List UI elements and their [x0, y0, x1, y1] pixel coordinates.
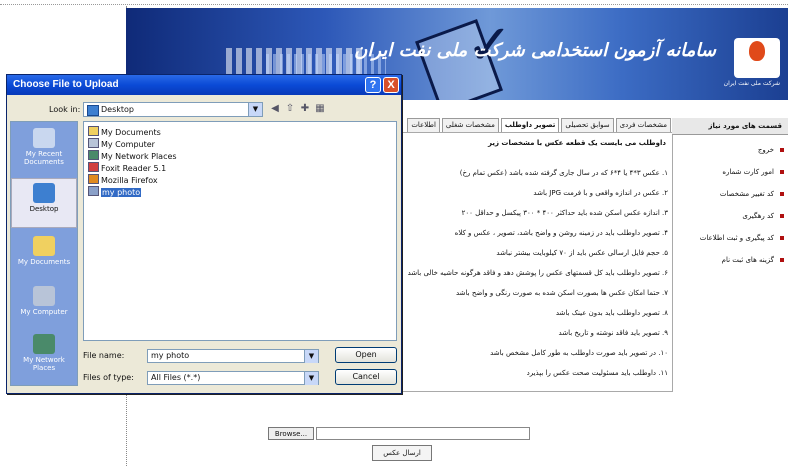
back-icon[interactable]: ◀ [269, 103, 281, 115]
sidebar-item-options[interactable]: گزینه های ثبت نام [672, 249, 788, 271]
rule-item: ۲. عکس در اندازه واقعی و با فرمت JPG باش… [533, 189, 668, 197]
upload-row: Browse... [268, 427, 530, 440]
sidebar-menu: قسمت های مورد نیاز خروج امور کارت شماره … [672, 118, 788, 288]
rule-item: ۱۰. در تصویر باید صورت داوطلب به طور کام… [490, 349, 668, 357]
help-button[interactable]: ? [365, 77, 381, 93]
file-type-select[interactable]: All Files (*.*) ▼ [147, 371, 319, 385]
choose-file-dialog: Choose File to Upload ? X Look in: Deskt… [6, 74, 402, 394]
look-in-dropdown[interactable]: Desktop ▼ [83, 102, 263, 117]
folder-icon [88, 126, 99, 136]
recent-documents-icon [33, 128, 55, 148]
dialog-title: Choose File to Upload [13, 79, 119, 90]
upload-path-field[interactable] [316, 427, 530, 440]
close-button[interactable]: X [383, 77, 399, 93]
rule-item: ۴. تصویر داوطلب باید در زمینه روشن و واض… [454, 229, 668, 237]
file-type-value: All Files (*.*) [151, 373, 201, 382]
network-icon [88, 150, 99, 160]
bullet-icon [780, 236, 784, 240]
rule-item: ۱۱. داوطلب باید مسئولیت صحت عکس را بپذیر… [526, 369, 668, 377]
send-photo-button[interactable]: ارسال عکس [372, 445, 432, 461]
list-item[interactable]: My Network Places [88, 150, 177, 161]
place-network[interactable]: My Network Places [11, 330, 77, 380]
list-item[interactable]: My Computer [88, 138, 155, 149]
new-folder-icon[interactable]: ✚ [299, 103, 311, 115]
flame-icon [749, 41, 765, 61]
file-name-input[interactable]: my photo ▼ [147, 349, 319, 363]
form-tabs: مشخصات فردی سوابق تحصیلی تصویر داوطلب مش… [388, 118, 671, 132]
computer-icon [88, 138, 99, 148]
rules-list: ۱. عکس ۳*۴ یا ۴*۶ که در سال جاری گرفته ش… [393, 163, 668, 383]
list-item[interactable]: Foxit Reader 5.1 [88, 162, 166, 173]
rule-item: ۳. اندازه عکس اسکن شده باید حداکثر ۴۰۰ *… [461, 209, 668, 217]
sidebar-item-followup[interactable]: کد پیگیری و ثبت اطلاعات [672, 227, 788, 249]
open-button[interactable]: Open [335, 347, 397, 363]
place-desktop[interactable]: Desktop [11, 178, 77, 228]
top-dotted-border [0, 4, 788, 5]
image-file-icon [88, 186, 99, 196]
chevron-down-icon[interactable]: ▼ [304, 350, 318, 363]
sidebar-item-tracking[interactable]: کد رهگیری [672, 205, 788, 227]
place-recent-documents[interactable]: My Recent Documents [11, 124, 77, 174]
file-type-label: Files of type: [83, 373, 134, 382]
place-my-computer[interactable]: My Computer [11, 282, 77, 332]
app-shortcut-icon [88, 162, 99, 172]
dialog-toolbar: ◀ ⇧ ✚ ▦ [269, 103, 326, 117]
rules-intro: داوطلب می بایست یک قطعه عکس با مشخصات زی… [487, 139, 666, 147]
desktop-icon [33, 183, 55, 203]
up-folder-icon[interactable]: ⇧ [284, 103, 296, 115]
look-in-label: Look in: [49, 105, 81, 114]
nioc-logo [734, 38, 780, 78]
list-item[interactable]: My Documents [88, 126, 161, 137]
tab-photo[interactable]: تصویر داوطلب [500, 118, 560, 132]
my-computer-icon [33, 286, 55, 306]
places-bar: My Recent Documents Desktop My Documents… [10, 121, 78, 386]
dialog-titlebar[interactable]: Choose File to Upload ? X [7, 75, 401, 95]
rule-item: ۷. حتما امکان عکس ها بصورت اسکن شده به ص… [455, 289, 668, 297]
list-item-selected[interactable]: my photo [88, 186, 142, 197]
network-places-icon [33, 334, 55, 354]
list-item[interactable]: Mozilla Firefox [88, 174, 158, 185]
photo-rules-panel: داوطلب می بایست یک قطعه عکس با مشخصات زی… [388, 132, 673, 392]
look-in-value: Desktop [101, 105, 134, 114]
rule-item: ۸. تصویر داوطلب باید بدون عینک باشد [555, 309, 668, 317]
tab-personal[interactable]: مشخصات فردی [615, 118, 671, 132]
browse-button[interactable]: Browse... [268, 427, 314, 440]
my-documents-icon [33, 236, 55, 256]
file-list[interactable]: My Documents My Computer My Network Plac… [83, 121, 397, 341]
bullet-icon [780, 148, 784, 152]
rule-item: ۱. عکس ۳*۴ یا ۴*۶ که در سال جاری گرفته ش… [459, 169, 668, 177]
desktop-folder-icon [87, 105, 99, 116]
bullet-icon [780, 192, 784, 196]
file-name-label: File name: [83, 351, 125, 360]
firefox-icon [88, 174, 99, 184]
tab-job[interactable]: مشخصات شغلی [441, 118, 499, 132]
view-menu-icon[interactable]: ▦ [314, 103, 326, 115]
sidebar-item-logout[interactable]: خروج [672, 139, 788, 161]
tab-education[interactable]: سوابق تحصیلی [561, 118, 614, 132]
place-my-documents[interactable]: My Documents [11, 232, 77, 282]
tab-info[interactable]: اطلاعات [407, 118, 440, 132]
cancel-button[interactable]: Cancel [335, 369, 397, 385]
bullet-icon [780, 170, 784, 174]
chevron-down-icon[interactable]: ▼ [248, 103, 262, 116]
rule-item: ۶. تصویر داوطلب باید کل قسمتهای عکس را پ… [407, 269, 668, 277]
sidebar-heading: قسمت های مورد نیاز [672, 118, 788, 135]
bullet-icon [780, 258, 784, 262]
chevron-down-icon[interactable]: ▼ [304, 372, 318, 385]
sidebar-item-edit[interactable]: کد تغییر مشخصات [672, 183, 788, 205]
rule-item: ۵. حجم فایل ارسالی عکس باید از ۷۰ کیلوبا… [496, 249, 668, 257]
rule-item: ۹. تصویر باید فاقد نوشته و تاریخ باشد [558, 329, 668, 337]
site-title: سامانه آزمون استخدامی شرکت ملی نفت ایران [354, 40, 716, 61]
file-name-value: my photo [151, 351, 190, 360]
logo-caption: شرکت ملی نفت ایران [723, 80, 780, 87]
bullet-icon [780, 214, 784, 218]
sidebar-item-card[interactable]: امور کارت شماره [672, 161, 788, 183]
